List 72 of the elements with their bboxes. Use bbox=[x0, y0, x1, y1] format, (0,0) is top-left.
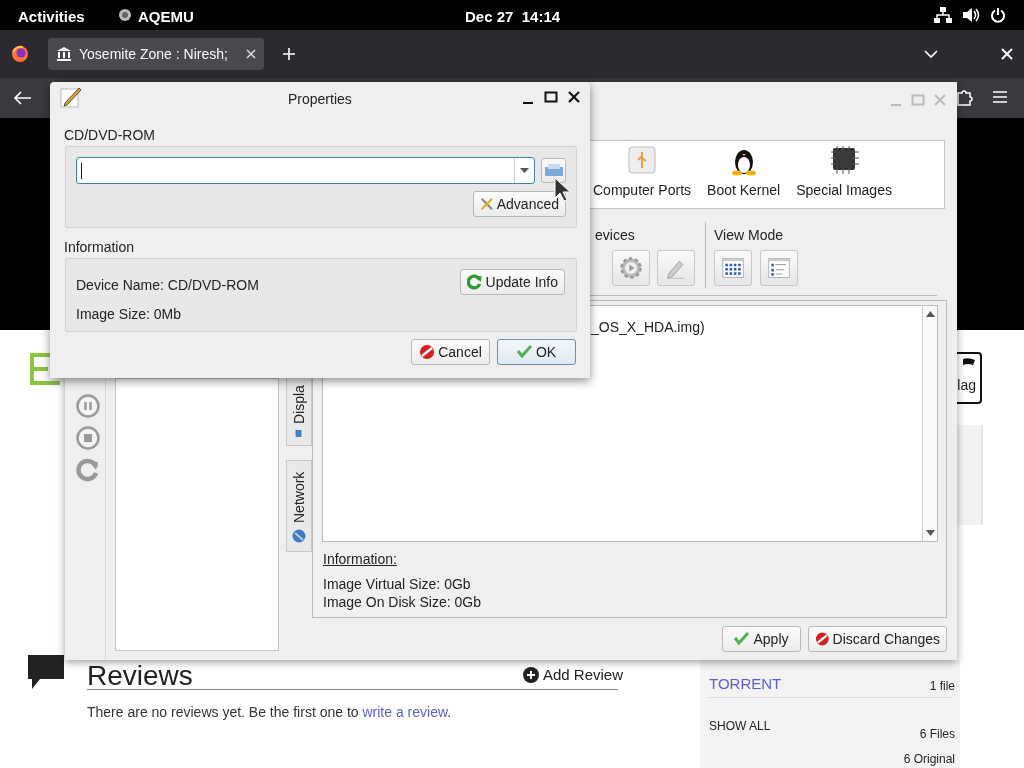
dropdown-arrow-icon[interactable] bbox=[520, 168, 529, 173]
cancel-button[interactable]: Cancel bbox=[411, 339, 490, 365]
image-path-combo[interactable] bbox=[76, 157, 535, 184]
bank-icon bbox=[57, 47, 71, 61]
apply-button[interactable]: Apply bbox=[722, 626, 801, 652]
comment-icon bbox=[28, 655, 64, 689]
reviews-heading: Reviews bbox=[87, 662, 193, 690]
information-line: Image Virtual Size: 0Gb bbox=[323, 575, 471, 594]
logo-icon bbox=[30, 353, 60, 385]
tools-icon bbox=[480, 196, 494, 212]
section-label: evices bbox=[595, 226, 635, 245]
gear-icon bbox=[619, 254, 643, 282]
chip-icon bbox=[829, 144, 860, 176]
activities-button[interactable]: Activities bbox=[18, 6, 85, 29]
pencil-icon bbox=[60, 86, 82, 108]
usb-drive-icon bbox=[627, 144, 657, 176]
scroll-down-icon[interactable] bbox=[926, 530, 935, 536]
settings-button[interactable] bbox=[612, 250, 650, 286]
device-name-text: Device Name: CD/DVD-ROM bbox=[76, 276, 259, 295]
browser-logo-icon[interactable] bbox=[11, 45, 29, 63]
update-info-button[interactable]: Update Info bbox=[460, 269, 565, 295]
dialog-title: Properties bbox=[288, 90, 352, 109]
scrollbar[interactable] bbox=[922, 306, 937, 541]
maximize-icon[interactable] bbox=[544, 90, 558, 104]
empty-reviews-message: There are no reviews yet. Be the first one to write a review. bbox=[87, 703, 452, 722]
list-view-button[interactable] bbox=[760, 250, 798, 286]
app-icon bbox=[118, 8, 132, 22]
ok-button[interactable]: OK bbox=[497, 339, 576, 365]
puzzle-icon[interactable] bbox=[957, 88, 973, 106]
image-size-text: Image Size: 0Mb bbox=[76, 305, 182, 324]
device-details-text: _OS_X_HDA.img) bbox=[591, 318, 705, 337]
group-label: Information bbox=[64, 238, 135, 257]
information-heading: Information: bbox=[323, 550, 397, 569]
network-icon[interactable] bbox=[934, 7, 952, 23]
refresh-icon bbox=[467, 274, 483, 290]
scroll-up-icon[interactable] bbox=[926, 311, 935, 317]
flag-button[interactable]: lag bbox=[957, 352, 982, 404]
no-entry-icon bbox=[419, 344, 436, 360]
back-arrow-icon[interactable] bbox=[14, 91, 32, 105]
app-menu[interactable]: AQEMU bbox=[138, 6, 194, 29]
plus-circle-icon bbox=[523, 667, 539, 684]
check-icon bbox=[734, 631, 751, 647]
volume-icon[interactable] bbox=[962, 7, 980, 23]
close-icon[interactable] bbox=[567, 90, 581, 104]
browser-tab[interactable]: Yosemite Zone : Niresh; bbox=[48, 38, 264, 70]
chevron-down-icon[interactable] bbox=[924, 49, 938, 59]
menu-icon[interactable] bbox=[992, 90, 1008, 104]
discard-button[interactable]: Discard Changes bbox=[808, 626, 947, 652]
group-label: CD/DVD-ROM bbox=[64, 126, 155, 145]
clock[interactable]: Dec 27 14:14 bbox=[465, 6, 561, 29]
side-tab[interactable]: Network bbox=[286, 460, 312, 552]
pause-icon[interactable] bbox=[76, 394, 100, 418]
side-tab[interactable]: Displa bbox=[286, 376, 312, 446]
file-count: 6 Original bbox=[903, 751, 955, 768]
power-icon[interactable] bbox=[990, 7, 1006, 23]
toolbar-item[interactable]: Computer Ports bbox=[593, 144, 692, 201]
add-review-link[interactable]: Add Review bbox=[523, 664, 624, 687]
icon-view-button[interactable] bbox=[714, 250, 752, 286]
file-count: 1 file bbox=[929, 678, 955, 695]
stop-icon[interactable] bbox=[76, 426, 100, 450]
section-label: View Mode bbox=[714, 226, 783, 245]
new-tab-icon[interactable] bbox=[282, 47, 296, 61]
toolbar-item[interactable]: Special Images bbox=[796, 144, 892, 201]
toolbar-item[interactable]: Boot Kernel bbox=[707, 144, 781, 201]
no-entry-icon bbox=[815, 631, 830, 647]
torrent-link[interactable]: TORRENT bbox=[709, 673, 782, 696]
file-count: 6 Files bbox=[919, 726, 955, 743]
check-icon bbox=[516, 344, 533, 360]
advanced-button[interactable]: Advanced bbox=[473, 191, 566, 217]
tab-title: Yosemite Zone : Niresh; bbox=[79, 44, 229, 64]
show-all-link[interactable]: SHOW ALL bbox=[709, 717, 771, 735]
information-line: Image On Disk Size: 0Gb bbox=[323, 593, 481, 612]
